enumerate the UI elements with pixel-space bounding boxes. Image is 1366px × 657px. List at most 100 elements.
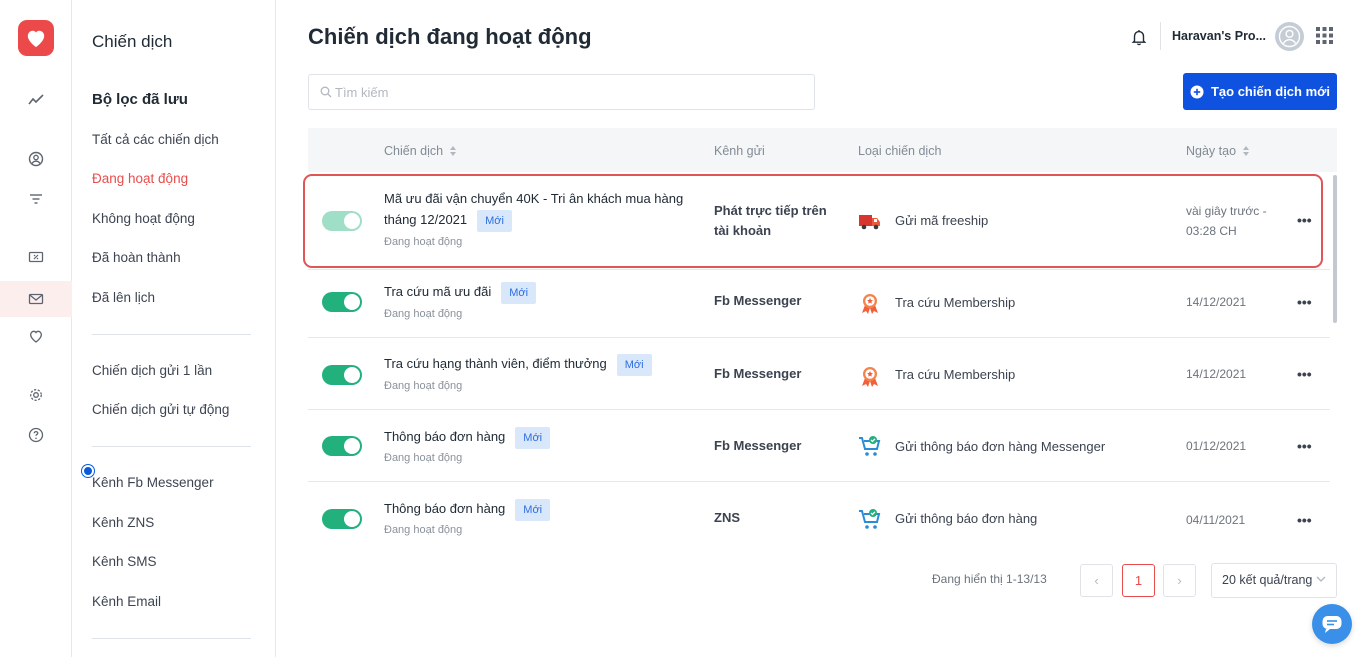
avatar[interactable] [1275, 22, 1304, 51]
send-channel: Fb Messenger [714, 438, 802, 453]
campaign-type: Gửi thông báo đơn hàng [895, 511, 1038, 526]
plus-circle-icon [1190, 85, 1204, 98]
table-row[interactable]: Tra cứu mã ưu đãi Mới Đang hoạt động Fb M… [308, 266, 1330, 338]
prev-page-button[interactable]: ‹ [1080, 564, 1113, 597]
campaign-sidebar: Chiến dịch Bộ lọc đã lưu Tất cả các chiế… [72, 0, 276, 657]
table-row[interactable]: Tra cứu hạng thành viên, điểm thưởng Mới … [308, 338, 1330, 410]
campaign-name[interactable]: Thông báo đơn hàng Mới [384, 426, 551, 449]
medal-icon [862, 367, 878, 387]
column-type-label: Loại chiến dịch [858, 144, 942, 158]
created-date: 14/12/2021 [1186, 295, 1247, 309]
search-input[interactable] [335, 75, 805, 109]
status-toggle[interactable] [322, 292, 362, 312]
created-date: 01/12/2021 [1186, 439, 1247, 453]
settings-icon [30, 389, 42, 401]
send-channel: ZNS [714, 510, 740, 525]
campaign-type: Tra cứu Membership [895, 367, 1016, 382]
rail-vouchers[interactable] [0, 239, 72, 275]
filter-icon [30, 194, 42, 204]
campaign-type: Tra cứu Membership [895, 295, 1016, 310]
notification-button[interactable] [1130, 28, 1148, 46]
column-type: Loại chiến dịch [858, 144, 941, 158]
sidebar-item-completed[interactable]: Đã hoàn thành [92, 250, 181, 265]
sidebar-item-inactive[interactable]: Không hoạt động [92, 211, 195, 226]
campaign-status: Đang hoạt động [384, 308, 463, 320]
rail-loyalty[interactable] [0, 318, 72, 354]
medal-icon [862, 294, 878, 314]
new-badge: Mới [616, 353, 652, 376]
sidebar-item-one-time[interactable]: Chiến dịch gửi 1 lần [92, 363, 212, 378]
chevron-down-icon [1316, 576, 1326, 582]
created-date: 04/11/2021 [1186, 513, 1246, 527]
sidebar-item-all-campaigns[interactable]: Tất cả các chiến dịch [92, 132, 219, 147]
pagination-info: Đang hiển thị 1-13/13 [932, 572, 1047, 586]
more-actions-button[interactable]: ••• [1297, 366, 1312, 382]
campaign-name-text: Tra cứu mã ưu đãi [384, 284, 492, 299]
search-box [308, 74, 815, 110]
heart-logo-icon [27, 30, 45, 48]
status-toggle[interactable] [322, 365, 362, 385]
chat-icon [1322, 616, 1342, 633]
sidebar-item-automated[interactable]: Chiến dịch gửi tự động [92, 402, 229, 417]
table-row[interactable]: Thông báo đơn hàng Mới Đang hoạt động Fb … [308, 410, 1330, 482]
created-date: 14/12/2021 [1186, 367, 1247, 381]
cart-check-icon [859, 509, 881, 529]
user-circle-icon [28, 151, 44, 167]
table-row[interactable]: Thông báo đơn hàng Mới Đang hoạt động ZNS… [308, 482, 1330, 554]
campaign-name-text: Thông báo đơn hàng [384, 429, 506, 444]
search-icon [320, 86, 332, 98]
campaign-name[interactable]: Tra cứu hạng thành viên, điểm thưởng Mới [384, 353, 652, 376]
sidebar-divider [92, 446, 251, 447]
column-created[interactable]: Ngày tạo [1186, 144, 1250, 158]
column-channel-label: Kênh gửi [714, 144, 765, 158]
header-separator [1160, 22, 1161, 50]
sidebar-item-email[interactable]: Kênh Email [92, 594, 161, 609]
sort-icon [450, 146, 457, 156]
column-created-label: Ngày tạo [1186, 144, 1237, 158]
table-header: Chiến dịch Kênh gửi Loại chiến dịch Ngày… [308, 128, 1337, 172]
sidebar-item-sms[interactable]: Kênh SMS [92, 554, 157, 569]
sidebar-item-fb-messenger[interactable]: Kênh Fb Messenger [92, 475, 214, 490]
campaign-name[interactable]: Tra cứu mã ưu đãi Mới [384, 281, 537, 304]
user-avatar-icon [1278, 25, 1301, 48]
column-campaign-label: Chiến dịch [384, 144, 444, 158]
campaign-status: Đang hoạt động [384, 380, 463, 392]
rail-filter[interactable] [0, 181, 72, 217]
new-badge: Mới [515, 426, 551, 449]
sidebar-item-scheduled[interactable]: Đã lên lịch [92, 290, 155, 305]
sidebar-item-active[interactable]: Đang hoạt động [92, 171, 188, 186]
saved-filters-heading: Bộ lọc đã lưu [92, 91, 188, 108]
mail-icon [28, 293, 44, 305]
more-actions-button[interactable]: ••• [1297, 512, 1312, 528]
rail-campaigns[interactable] [0, 281, 72, 317]
campaign-status: Đang hoạt động [384, 524, 463, 536]
help-icon [28, 427, 44, 443]
page-1-button[interactable]: 1 [1122, 564, 1155, 597]
column-campaign[interactable]: Chiến dịch [384, 144, 457, 158]
rail-analytics[interactable] [0, 82, 72, 118]
app-root: Chiến dịch Bộ lọc đã lưu Tất cả các chiế… [0, 0, 1366, 657]
campaign-name[interactable]: Thông báo đơn hàng Mới [384, 498, 551, 521]
analytics-icon [28, 94, 44, 105]
store-name[interactable]: Haravan's Pro... [1172, 29, 1266, 43]
voucher-icon [28, 251, 44, 263]
next-page-button[interactable]: › [1163, 564, 1196, 597]
status-toggle[interactable] [322, 436, 362, 456]
app-logo[interactable] [18, 20, 54, 56]
rail-help[interactable] [0, 417, 72, 453]
create-campaign-button[interactable]: Tạo chiến dịch mới [1183, 73, 1337, 110]
status-toggle[interactable] [322, 509, 362, 529]
send-channel: Fb Messenger [714, 293, 802, 308]
cart-check-icon [859, 436, 881, 456]
table-scrollbar[interactable] [1333, 175, 1337, 323]
new-badge: Mới [515, 498, 551, 521]
chat-support-button[interactable] [1312, 604, 1352, 644]
more-actions-button[interactable]: ••• [1297, 294, 1312, 310]
rail-customers[interactable] [0, 141, 72, 177]
rail-settings[interactable] [0, 377, 72, 413]
apps-menu-button[interactable] [1316, 27, 1333, 44]
sidebar-item-zns[interactable]: Kênh ZNS [92, 515, 154, 530]
bell-icon [1131, 30, 1147, 46]
more-actions-button[interactable]: ••• [1297, 438, 1312, 454]
column-channel: Kênh gửi [714, 144, 765, 158]
